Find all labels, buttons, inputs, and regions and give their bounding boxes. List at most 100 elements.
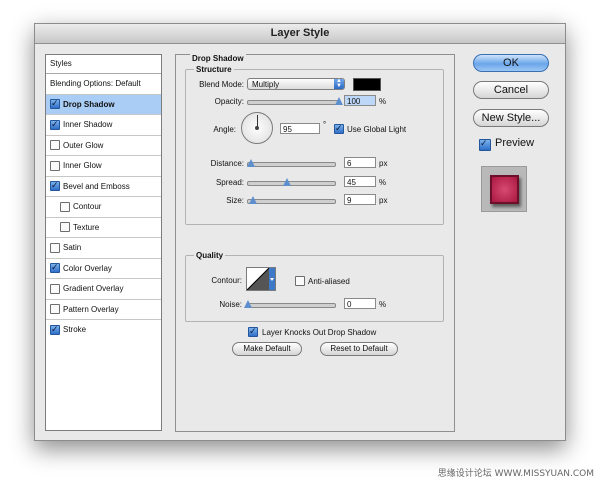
angle-dial[interactable] xyxy=(241,112,273,144)
size-label: Size: xyxy=(226,196,244,205)
make-default-button[interactable]: Make Default xyxy=(232,342,302,356)
angle-input[interactable]: 95 xyxy=(280,123,320,134)
inner-glow-checkbox[interactable] xyxy=(50,160,60,171)
style-preview xyxy=(481,166,527,212)
contour-checkbox[interactable] xyxy=(60,201,70,212)
drop-shadow-group-title: Drop Shadow xyxy=(190,54,246,63)
distance-label: Distance: xyxy=(210,159,244,168)
contour-label: Contour: xyxy=(211,276,242,285)
contour-picker[interactable] xyxy=(246,267,276,291)
spread-unit: % xyxy=(379,178,387,187)
distance-unit: px xyxy=(379,159,388,168)
noise-input[interactable]: 0 xyxy=(344,298,376,309)
list-item-label: Satin xyxy=(63,243,82,252)
opacity-unit: % xyxy=(379,97,387,106)
use-global-light-checkbox[interactable] xyxy=(334,121,344,135)
list-item-label: Texture xyxy=(73,222,100,232)
distance-slider[interactable] xyxy=(247,159,336,167)
list-item-bevel-and-emboss[interactable]: Bevel and Emboss xyxy=(46,177,161,197)
angle-unit: ° xyxy=(323,120,327,129)
size-input[interactable]: 9 xyxy=(344,194,376,205)
list-item-pattern-overlay[interactable]: Pattern Overlay xyxy=(46,300,161,320)
opacity-label: Opacity: xyxy=(214,97,244,106)
list-item-label: Gradient Overlay xyxy=(63,284,124,293)
opacity-input[interactable]: 100 xyxy=(344,95,376,106)
list-item-texture[interactable]: Texture xyxy=(46,218,161,238)
list-item-label: Color Overlay xyxy=(63,263,112,273)
quality-title: Quality xyxy=(194,251,226,260)
anti-aliased-label[interactable]: Anti-aliased xyxy=(308,277,350,286)
texture-checkbox[interactable] xyxy=(60,222,70,233)
knockout-checkbox[interactable] xyxy=(248,324,258,338)
list-item-label: Stroke xyxy=(63,325,87,334)
shadow-color-swatch[interactable] xyxy=(353,78,381,91)
pattern-overlay-checkbox[interactable] xyxy=(50,304,60,315)
preview-checkbox[interactable] xyxy=(479,136,491,151)
noise-unit: % xyxy=(379,300,387,309)
list-item-stroke[interactable]: Stroke xyxy=(46,320,161,340)
list-item-satin[interactable]: Satin xyxy=(46,238,161,259)
spread-slider[interactable] xyxy=(247,178,336,186)
preview-label[interactable]: Preview xyxy=(495,137,534,149)
list-item-contour[interactable]: Contour xyxy=(46,197,161,218)
list-item-label: Bevel and Emboss xyxy=(63,181,130,191)
outer-glow-checkbox[interactable] xyxy=(50,140,60,151)
layer-style-dialog: Layer Style Styles Blending Options: Def… xyxy=(34,23,566,441)
structure-group: Structure Blend Mode: Multiply ▲ ▼ Opacit… xyxy=(185,65,444,225)
bevel-emboss-checkbox[interactable] xyxy=(50,178,60,192)
use-global-light-label[interactable]: Use Global Light xyxy=(347,125,406,134)
list-item-drop-shadow[interactable]: Drop Shadow xyxy=(46,94,161,115)
list-item-gradient-overlay[interactable]: Gradient Overlay xyxy=(46,279,161,300)
blend-mode-label: Blend Mode: xyxy=(199,80,244,89)
drop-shadow-checkbox[interactable] xyxy=(50,96,60,110)
noise-label: Noise: xyxy=(219,300,242,309)
size-slider[interactable] xyxy=(247,196,336,204)
contour-curve-icon xyxy=(247,268,275,290)
spread-input[interactable]: 45 xyxy=(344,176,376,187)
size-unit: px xyxy=(379,196,388,205)
noise-slider[interactable] xyxy=(244,300,336,308)
watermark: 思缘设计论坛 WWW.MISSYUAN.COM xyxy=(437,469,594,479)
spread-label: Spread: xyxy=(215,178,244,187)
list-item-label: Contour xyxy=(73,202,102,211)
list-item-inner-glow[interactable]: Inner Glow xyxy=(46,156,161,177)
drop-shadow-panel: Drop Shadow Structure Blend Mode: Multip… xyxy=(175,54,455,432)
chevron-updown-icon: ▲ ▼ xyxy=(334,78,344,89)
angle-dial-center xyxy=(255,126,259,130)
structure-title: Structure xyxy=(194,65,234,74)
noise-slider-thumb[interactable] xyxy=(244,300,252,308)
distance-slider-thumb[interactable] xyxy=(247,159,256,167)
preview-swatch xyxy=(490,175,519,204)
reset-to-default-button[interactable]: Reset to Default xyxy=(320,342,398,356)
list-item-blending-options[interactable]: Blending Options: Default xyxy=(46,74,161,95)
list-item-label: Outer Glow xyxy=(63,140,104,150)
cancel-button[interactable]: Cancel xyxy=(473,81,549,99)
spread-slider-thumb[interactable] xyxy=(283,178,292,186)
quality-group: Quality Contour: Anti-aliased Noise: 0 % xyxy=(185,251,444,322)
window-title: Layer Style xyxy=(35,24,565,44)
distance-input[interactable]: 6 xyxy=(344,157,376,168)
inner-shadow-checkbox[interactable] xyxy=(50,117,60,131)
gradient-overlay-checkbox[interactable] xyxy=(50,283,60,294)
size-slider-thumb[interactable] xyxy=(249,196,258,204)
list-item-inner-shadow[interactable]: Inner Shadow xyxy=(46,115,161,136)
list-item-label: Inner Glow xyxy=(63,161,102,170)
angle-label: Angle: xyxy=(213,125,236,134)
new-style-button[interactable]: New Style... xyxy=(473,109,549,127)
list-item-outer-glow[interactable]: Outer Glow xyxy=(46,136,161,156)
styles-list: Styles Blending Options: Default Drop Sh… xyxy=(45,54,162,431)
list-item-label: Pattern Overlay xyxy=(63,304,119,314)
ok-button[interactable]: OK xyxy=(473,54,549,72)
list-item-color-overlay[interactable]: Color Overlay xyxy=(46,259,161,279)
anti-aliased-checkbox[interactable] xyxy=(295,276,305,286)
opacity-slider[interactable] xyxy=(247,97,343,105)
list-item-label: Drop Shadow xyxy=(63,99,115,109)
stroke-checkbox[interactable] xyxy=(50,322,60,336)
color-overlay-checkbox[interactable] xyxy=(50,260,60,274)
opacity-slider-thumb[interactable] xyxy=(335,97,343,105)
satin-checkbox[interactable] xyxy=(50,242,60,253)
blend-mode-value: Multiply xyxy=(252,80,280,89)
knockout-label[interactable]: Layer Knocks Out Drop Shadow xyxy=(262,328,376,337)
blend-mode-select[interactable]: Multiply ▲ ▼ xyxy=(247,78,345,90)
styles-list-header[interactable]: Styles xyxy=(46,55,161,74)
